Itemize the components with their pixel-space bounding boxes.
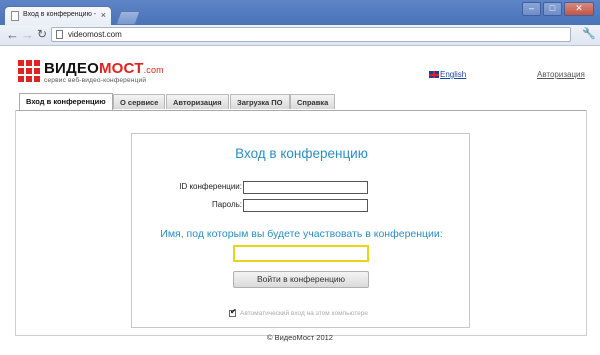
login-box: Вход в конференцию ID конференции: Парол…: [131, 133, 470, 328]
maximize-button[interactable]: □: [543, 2, 562, 16]
logo-part1: ВИДЕО: [44, 60, 99, 77]
conference-id-input[interactable]: [243, 181, 368, 194]
browser-toolbar: ← → ↻ videomost.com 🔧: [0, 25, 600, 46]
document-icon: [56, 30, 63, 39]
name-prompt: Имя, под которым вы будете участвовать в…: [160, 228, 443, 240]
page-viewport: ВИДЕОМОСТ.com сервис веб-видео-конференц…: [0, 46, 600, 355]
back-arrow-icon[interactable]: ←: [6, 27, 19, 42]
browser-tab-title: Вход в конференцию - Сист: [23, 11, 97, 18]
address-bar[interactable]: videomost.com: [51, 27, 571, 42]
conference-id-label: ID конференции:: [179, 182, 242, 191]
logo-part2: МОСТ: [98, 60, 144, 77]
header-auth-link[interactable]: Авторизация: [537, 70, 585, 80]
uk-flag-icon: [429, 71, 439, 78]
password-input[interactable]: [243, 199, 368, 212]
tab-help[interactable]: Справка: [290, 94, 336, 109]
footer-copyright: © ВидеоМост 2012: [267, 333, 333, 342]
reload-icon[interactable]: ↻: [37, 27, 47, 42]
tab-close-icon[interactable]: ×: [101, 10, 106, 20]
minimize-button[interactable]: –: [522, 2, 541, 16]
join-conference-button[interactable]: Войти в конференцию: [233, 271, 369, 288]
logo-tagline: сервис веб-видео-конференций: [44, 77, 147, 84]
checkmark-icon: ✔: [230, 307, 237, 316]
page-icon: [11, 11, 19, 21]
new-tab-button[interactable]: [115, 11, 141, 25]
tab-conference-login[interactable]: Вход в конференцию: [19, 93, 113, 110]
url-text[interactable]: videomost.com: [68, 29, 122, 41]
forward-arrow-icon[interactable]: →: [21, 27, 34, 42]
language-label: English: [440, 70, 467, 79]
tab-authorization[interactable]: Авторизация: [166, 94, 229, 109]
logo-suffix: .com: [143, 65, 164, 75]
window-controls: – □ ✕: [520, 2, 594, 16]
wrench-icon[interactable]: 🔧: [582, 27, 596, 42]
tab-about[interactable]: О сервисе: [113, 94, 166, 109]
auto-login-label: Автоматический вход на этом компьютере: [240, 310, 368, 317]
password-label: Пароль:: [212, 200, 242, 209]
logo-mark: [18, 60, 40, 82]
participant-name-input[interactable]: [233, 245, 369, 262]
language-switch-link[interactable]: English: [429, 70, 466, 80]
auto-login-checkbox[interactable]: ✔: [229, 307, 237, 317]
close-window-button[interactable]: ✕: [564, 2, 594, 16]
browser-titlebar: Вход в конференцию - Сист × –□✕: [0, 0, 600, 25]
site-nav-tabs: Вход в конференцию О сервисе Авторизация…: [15, 93, 587, 111]
login-title: Вход в конференцию: [235, 146, 368, 161]
browser-window: Вход в конференцию - Сист × –□✕ ← → ↻ vi…: [0, 0, 600, 355]
tab-software-download[interactable]: Загрузка ПО: [230, 94, 290, 109]
browser-tab[interactable]: Вход в конференцию - Сист ×: [4, 6, 112, 25]
